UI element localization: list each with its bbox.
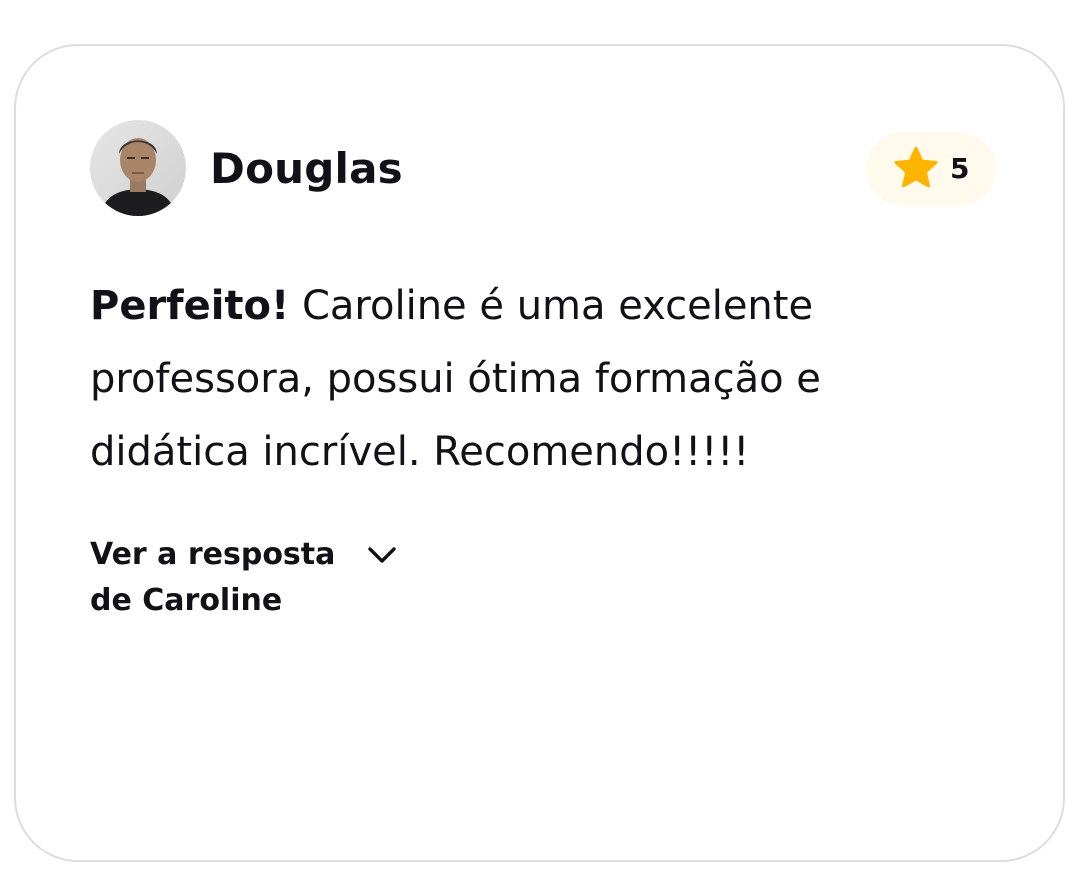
review-card: Douglas 5 Perfeito! Caroline é uma excel… — [14, 44, 1065, 862]
rating-value: 5 — [950, 152, 970, 185]
rating-badge: 5 — [866, 132, 996, 206]
view-reply-label: Ver a resposta de Caroline — [90, 537, 336, 618]
review-title: Perfeito! — [90, 283, 290, 329]
star-icon — [894, 146, 938, 188]
review-header: Douglas 5 — [90, 120, 996, 218]
chevron-down-icon — [368, 547, 396, 563]
avatar — [90, 120, 186, 216]
reviewer-name: Douglas — [210, 144, 403, 193]
review-text: Perfeito! Caroline é uma excelente profe… — [90, 270, 990, 489]
view-reply-button[interactable]: Ver a resposta de Caroline — [90, 532, 430, 624]
avatar-photo — [90, 120, 186, 216]
